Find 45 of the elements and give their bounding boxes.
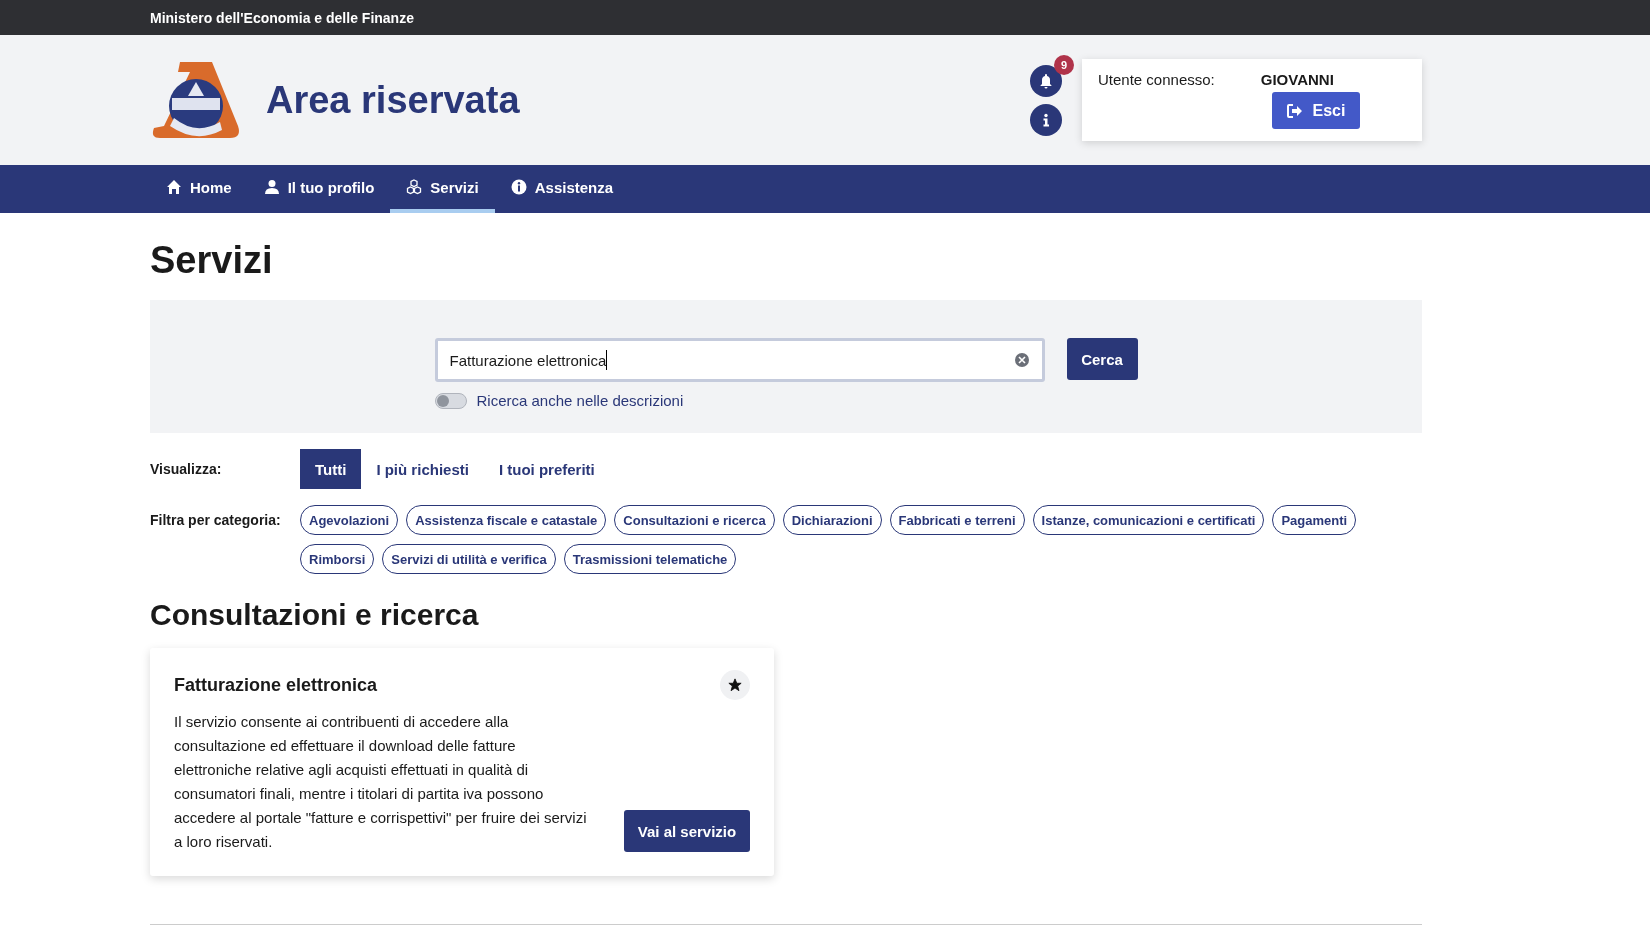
ministry-name: Ministero dell'Economia e delle Finanze <box>150 9 414 26</box>
sign-out-icon <box>1286 103 1303 118</box>
info-icon <box>510 179 527 195</box>
category-chip[interactable]: Pagamenti <box>1272 505 1357 535</box>
filter-label: Filtra per categoria: <box>150 511 282 530</box>
notifications-button[interactable] <box>1030 64 1062 97</box>
nav-link[interactable]: Home <box>150 165 248 213</box>
user-icon <box>263 179 280 195</box>
card-title: Fatturazione elettronica <box>174 674 378 696</box>
category-chip[interactable]: Istanze, comunicazioni e certificati <box>1032 505 1265 535</box>
toggle-switch[interactable] <box>434 392 467 409</box>
card-description: Il servizio consente ai contribuenti di accedere alla consultazione ed effettuare il download delle fatture elettroniche relative agli acquisti effettuati in qualità di consumatori finali, mentre i titolari di partita iva possono accedere al portale "fatture e corrispettivi" per fruire dei servizi a loro riservati. <box>174 712 588 852</box>
view-tab[interactable]: I più richiesti <box>361 449 484 489</box>
view-tab[interactable]: Tutti <box>300 449 362 489</box>
search-button[interactable]: Cerca <box>1066 338 1138 380</box>
category-chip[interactable]: Agevolazioni <box>300 505 399 535</box>
category-chip[interactable]: Fabbricati e terreni <box>889 505 1025 535</box>
section-title: Consultazioni e ricerca <box>150 598 480 632</box>
bell-icon <box>1038 72 1054 89</box>
home-icon <box>166 179 182 195</box>
category-chip[interactable]: Assistenza fiscale e catastale <box>406 505 607 535</box>
star-icon <box>728 678 742 692</box>
site-title: Area riservata <box>266 78 520 122</box>
nav-link[interactable]: Assistenza <box>494 165 630 213</box>
go-to-service-button[interactable]: Vai al servizio <box>624 810 750 852</box>
category-chip[interactable]: Trasmissioni telematiche <box>563 544 737 574</box>
user-name: GIOVANNI <box>1260 71 1334 88</box>
nav-link[interactable]: Servizi <box>390 165 495 213</box>
page-title: Servizi <box>150 239 274 282</box>
cubes-icon <box>406 179 423 195</box>
info-button[interactable] <box>1030 103 1062 136</box>
category-chip[interactable]: Servizi di utilità e verifica <box>382 544 556 574</box>
user-label: Utente connesso: <box>1098 71 1215 88</box>
favorite-button[interactable] <box>720 670 750 700</box>
search-field[interactable]: Fatturazione elettronica <box>434 338 1045 382</box>
view-label: Visualizza: <box>150 461 223 477</box>
category-chip[interactable]: Rimborsi <box>300 544 375 574</box>
category-chip[interactable]: Dichiarazioni <box>782 505 882 535</box>
category-chip[interactable]: Consultazioni e ricerca <box>614 505 775 535</box>
notification-badge: 9 <box>1054 54 1074 75</box>
view-tab[interactable]: I tuoi preferiti <box>483 449 610 489</box>
nav-link[interactable]: Il tuo profilo <box>247 165 391 213</box>
logout-button[interactable]: Esci <box>1272 92 1360 129</box>
clear-icon[interactable] <box>1013 352 1030 368</box>
toggle-label: Ricerca anche nelle descrizioni <box>476 392 684 409</box>
